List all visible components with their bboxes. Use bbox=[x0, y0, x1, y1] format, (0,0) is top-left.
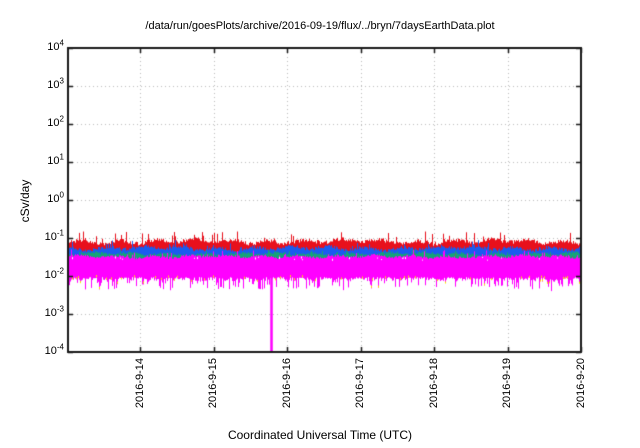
y-tick-label: 103 bbox=[47, 76, 64, 91]
x-axis-label: Coordinated Universal Time (UTC) bbox=[227, 428, 413, 442]
chart-canvas bbox=[0, 0, 640, 448]
plot-window: /data/run/goesPlots/archive/2016-09-19/f… bbox=[0, 0, 640, 448]
x-tick-label: 2016-9-18 bbox=[427, 358, 440, 409]
x-tick-label: 2016-9-19 bbox=[501, 358, 513, 409]
y-tick-label: 102 bbox=[47, 114, 64, 129]
chart-title: /data/run/goesPlots/archive/2016-09-19/f… bbox=[145, 20, 495, 32]
x-tick-label: 2016-9-17 bbox=[354, 358, 366, 409]
x-tick-label: 2016-9-20 bbox=[574, 358, 587, 409]
x-tick-label: 2016-9-14 bbox=[133, 358, 146, 409]
y-tick-label: 104 bbox=[47, 38, 64, 53]
y-tick-label: 10-4 bbox=[44, 342, 64, 357]
x-tick-label: 2016-9-15 bbox=[207, 358, 219, 409]
y-tick-label: 10-2 bbox=[44, 266, 64, 281]
y-tick-label: 101 bbox=[47, 152, 64, 167]
x-tick-label: 2016-9-16 bbox=[280, 358, 293, 409]
y-tick-label: 100 bbox=[47, 190, 64, 205]
y-tick-label: 10-3 bbox=[44, 304, 64, 319]
y-tick-label: 10-1 bbox=[44, 228, 64, 243]
